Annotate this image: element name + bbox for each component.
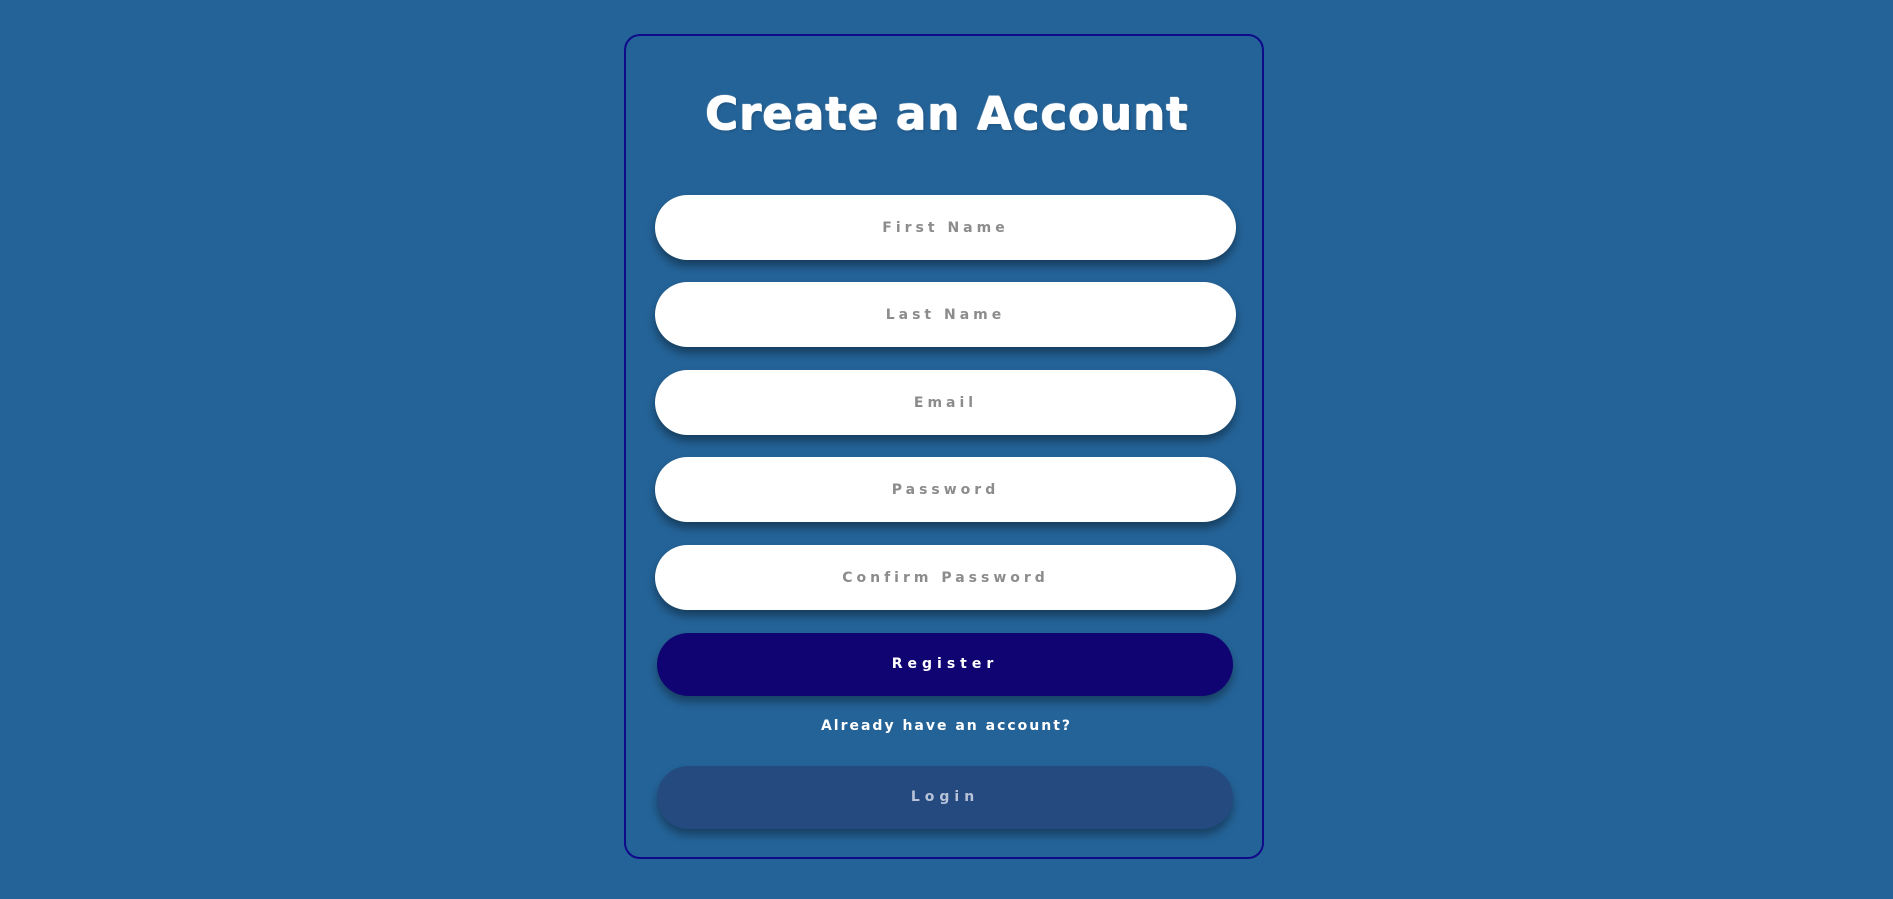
page-title: Create an Account — [704, 87, 1189, 140]
first-name-field[interactable] — [655, 195, 1236, 260]
email-field[interactable] — [655, 370, 1236, 435]
confirm-password-field[interactable] — [655, 545, 1236, 610]
register-button[interactable]: Register — [657, 633, 1233, 696]
last-name-field[interactable] — [655, 282, 1236, 347]
login-button[interactable]: Login — [657, 766, 1233, 829]
already-have-account-text: Already have an account? — [820, 718, 1073, 734]
password-field[interactable] — [655, 457, 1236, 522]
